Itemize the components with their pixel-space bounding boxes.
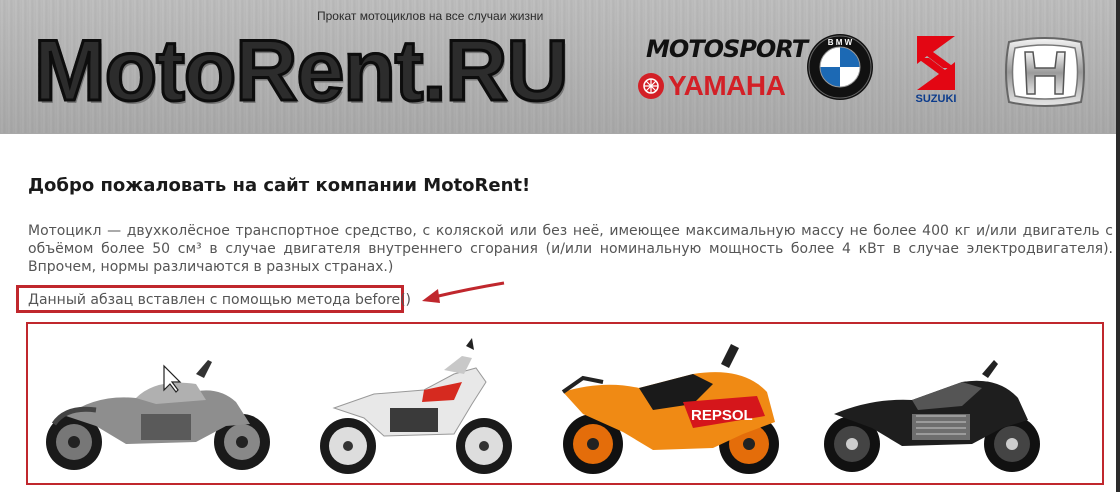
inserted-paragraph-highlight: Данный абзац вставлен с помощью метода b… bbox=[16, 285, 411, 313]
annotation-arrow-icon bbox=[422, 281, 505, 303]
yamaha-logo: YAMAHA bbox=[638, 70, 786, 102]
inserted-paragraph: Данный абзац вставлен с помощью метода b… bbox=[28, 292, 411, 308]
yamaha-label: YAMAHA bbox=[668, 70, 786, 101]
svg-text:B M W: B M W bbox=[828, 38, 853, 47]
black-streetfighter-image[interactable] bbox=[812, 358, 1052, 478]
window-edge bbox=[1116, 0, 1120, 492]
svg-text:SUZUKI: SUZUKI bbox=[916, 93, 957, 104]
site-tagline: Прокат мотоциклов на все случаи жизни bbox=[317, 9, 544, 23]
yamaha-emblem-icon bbox=[638, 73, 664, 99]
page-heading: Добро пожаловать на сайт компании MotoRe… bbox=[28, 175, 531, 196]
repsol-sportbike-image[interactable]: REPSOL bbox=[543, 344, 793, 484]
honda-logo-icon bbox=[1005, 37, 1085, 107]
cruiser-motorcycle-image[interactable] bbox=[36, 354, 276, 474]
suzuki-logo-icon: SUZUKI bbox=[916, 36, 957, 104]
site-header: Прокат мотоциклов на все случаи жизни Mo… bbox=[0, 0, 1120, 134]
motorcycle-gallery: REPSOL bbox=[26, 322, 1104, 485]
intro-paragraph: Мотоцикл — двухколёсное транспортное сре… bbox=[28, 223, 1113, 275]
motosport-logo: MOTOSPORT bbox=[646, 35, 808, 63]
bmw-logo-icon: B M W bbox=[807, 34, 873, 100]
site-logo[interactable]: MotoRent.RU bbox=[33, 22, 571, 121]
repsol-label: REPSOL bbox=[691, 407, 753, 424]
enduro-motorcycle-image[interactable] bbox=[304, 338, 534, 478]
